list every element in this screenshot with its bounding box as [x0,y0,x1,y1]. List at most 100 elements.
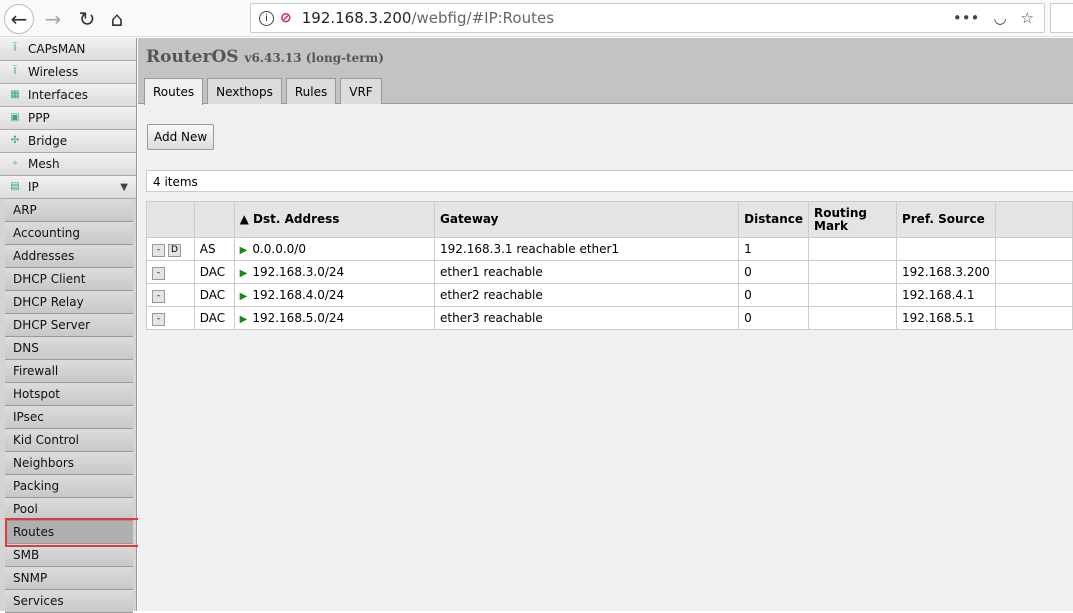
submenu-item-dns[interactable]: DNS [5,337,133,360]
tab-vrf[interactable]: VRF [340,78,382,104]
pref-source: 192.168.3.200 [895,260,996,284]
submenu-item-dhcp-client[interactable]: DHCP Client [5,268,133,291]
ppp-icon: ▣ [10,112,20,123]
dst-address[interactable]: 0.0.0.0/0 [252,242,306,256]
flags: AS [193,237,235,261]
table-row[interactable]: - DAC ▶ 192.168.5.0/24 ether3 reachable 0… [146,306,1073,330]
tab-rules[interactable]: Rules [285,78,337,104]
mesh-icon: ∘ [11,158,19,169]
active-flag-icon: ▶ [239,268,248,279]
submenu-item-arp[interactable]: ARP [5,199,133,222]
column-header[interactable]: Pref. Source [895,201,996,238]
browser-toolbar: ← → ↻ ⌂ i ⊘ 192.168.3.200/webfig/#IP:Rou… [0,0,1073,37]
sidebar-item-label: Bridge [28,134,68,148]
reload-icon[interactable]: ↻ [72,4,102,34]
info-icon[interactable]: i [259,10,274,26]
column-header[interactable]: Routing Mark [808,201,897,238]
home-icon[interactable]: ⌂ [102,4,132,34]
table-row[interactable]: - DAC ▶ 192.168.4.0/24 ether2 reachable 0… [146,283,1073,307]
column-header [994,201,1073,238]
pref-source [895,237,996,261]
table-row[interactable]: -D AS ▶ 0.0.0.0/0 192.168.3.1 reachable e… [146,237,1073,261]
sidebar-item-capsman[interactable]: Ϊ CAPsMAN [0,38,136,61]
submenu-item-snmp[interactable]: SNMP [5,567,133,590]
empty-cell [994,283,1073,307]
sidebar-item-mesh[interactable]: ∘ Mesh [0,153,136,176]
submenu-item-smb[interactable]: SMB [5,544,133,567]
remove-button[interactable]: - [152,244,165,257]
more-icon[interactable]: ••• [953,9,980,27]
active-flag-icon: ▶ [239,245,248,256]
submenu-item-accounting[interactable]: Accounting [5,222,133,245]
active-flag-icon: ▶ [239,291,248,302]
flags: DAC [193,260,235,284]
routing-mark [808,237,897,261]
dst-address[interactable]: 192.168.5.0/24 [252,311,344,325]
submenu-item-ipsec[interactable]: IPsec [5,406,133,429]
url-path: /webfig/#IP:Routes [411,9,555,27]
back-icon[interactable]: ← [4,4,34,34]
submenu-item-kid-control[interactable]: Kid Control [5,429,133,452]
gateway: ether3 reachable [433,306,740,330]
sidebar-item-label: PPP [28,111,50,125]
routing-mark [808,306,897,330]
distance: 0 [738,260,809,284]
sidebar-item-label: Wireless [28,65,79,79]
submenu-item-neighbors[interactable]: Neighbors [5,452,133,475]
dst-address[interactable]: 192.168.3.0/24 [252,265,344,279]
bookmark-star-icon[interactable]: ☆ [1021,9,1034,27]
submenu-item-packing[interactable]: Packing [5,475,133,498]
column-header[interactable]: Distance [738,201,809,238]
ip-icon: ▤ [10,181,20,192]
gateway: ether1 reachable [433,260,740,284]
routing-mark [808,283,897,307]
page-title: RouterOS v6.43.13 (long-term) [146,47,384,67]
antenna-icon: Ϊ [13,66,17,77]
column-header[interactable]: ▲ Dst. Address [233,201,436,238]
address-bar[interactable]: i ⊘ 192.168.3.200/webfig/#IP:Routes ••• ◡… [250,3,1045,33]
submenu-item-addresses[interactable]: Addresses [5,245,133,268]
sidebar-item-ip[interactable]: ▤ IP ▼ [0,176,136,199]
product-name: RouterOS [146,47,239,67]
dst-address[interactable]: 192.168.4.0/24 [252,288,344,302]
sidebar-item-ppp[interactable]: ▣ PPP [0,107,136,130]
disable-button[interactable]: D [168,244,181,257]
sidebar-item-bridge[interactable]: ✣ Bridge [0,130,136,153]
sidebar-item-interfaces[interactable]: ▦ Interfaces [0,84,136,107]
version: v6.43.13 (long-term) [244,51,384,65]
remove-button[interactable]: - [152,313,165,326]
remove-button[interactable]: - [152,267,165,280]
insecure-icon: ⊘ [280,10,292,26]
column-header [146,201,195,238]
tab-nexthops[interactable]: Nexthops [207,78,282,104]
tab-routes[interactable]: Routes [144,78,204,105]
gateway: 192.168.3.1 reachable ether1 [433,237,740,261]
interfaces-icon: ▦ [10,89,20,100]
sidebar-item-wireless[interactable]: Ϊ Wireless [0,61,136,84]
column-header[interactable]: Gateway [433,201,740,238]
submenu-item-hotspot[interactable]: Hotspot [5,383,133,406]
forward-icon[interactable]: → [38,4,68,34]
flags: DAC [193,306,235,330]
submenu-item-dhcp-server[interactable]: DHCP Server [5,314,133,337]
submenu-item-dhcp-relay[interactable]: DHCP Relay [5,291,133,314]
search-icon[interactable] [1050,3,1073,33]
url-host: 192.168.3.200 [301,9,412,27]
chevron-down-icon[interactable]: ▼ [120,182,128,193]
empty-cell [994,237,1073,261]
main-panel: RouterOS v6.43.13 (long-term) Routes Next… [138,38,1073,611]
distance: 1 [738,237,809,261]
remove-button[interactable]: - [152,290,165,303]
bridge-icon: ✣ [10,135,20,146]
sidebar-item-label: IP [28,180,39,194]
pocket-icon[interactable]: ◡ [993,9,1006,27]
sidebar-item-label: CAPsMAN [28,42,86,56]
empty-cell [994,306,1073,330]
routing-mark [808,260,897,284]
active-flag-icon: ▶ [239,314,248,325]
submenu-item-firewall[interactable]: Firewall [5,360,133,383]
routes-table: ▲ Dst. Address Gateway Distance Routing Mar… [146,201,1073,330]
add-new-button[interactable]: Add New [147,124,215,150]
submenu-item-services[interactable]: Services [5,590,133,613]
table-row[interactable]: - DAC ▶ 192.168.3.0/24 ether1 reachable 0… [146,260,1073,284]
